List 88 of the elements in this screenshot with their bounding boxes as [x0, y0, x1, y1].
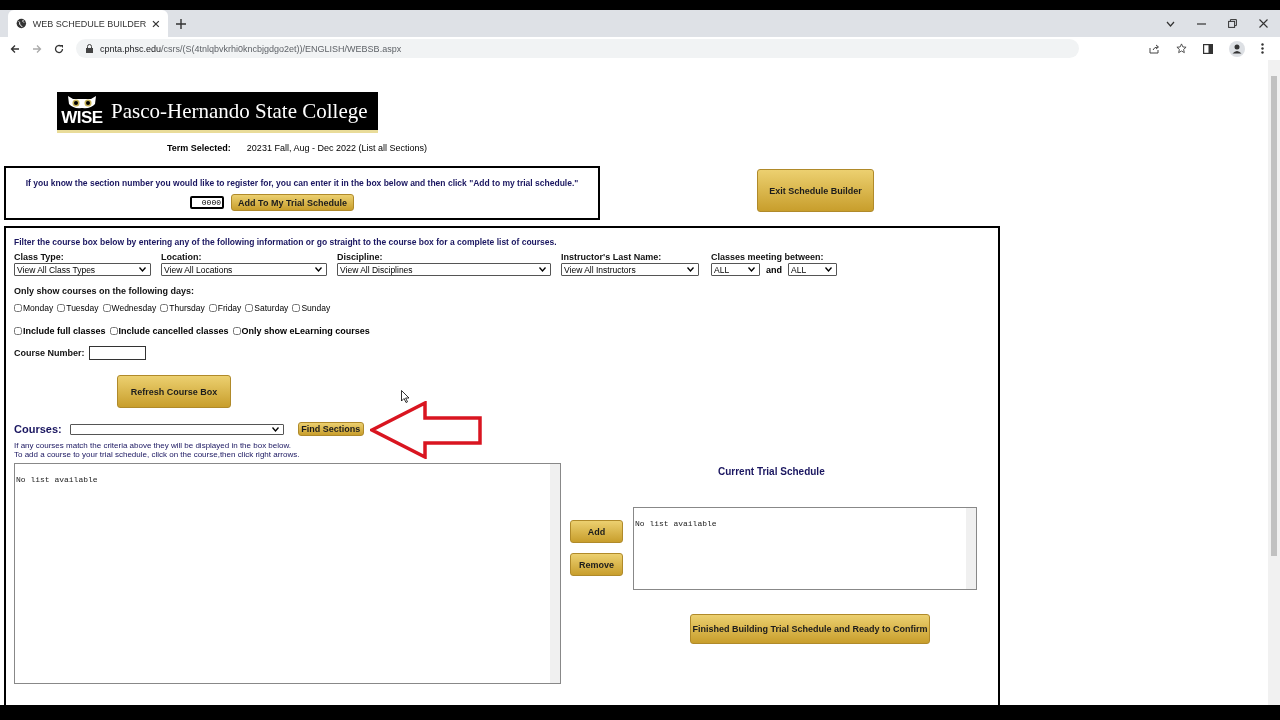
- college-name: Pasco-Hernando State College: [111, 98, 368, 124]
- browser-tab[interactable]: WEB SCHEDULE BUILDER: [8, 10, 168, 37]
- share-icon[interactable]: [1149, 43, 1160, 54]
- caret-icon: [687, 267, 694, 272]
- checkbox[interactable]: [245, 304, 254, 312]
- chevron-down-icon[interactable]: [1166, 20, 1175, 27]
- course-number-field[interactable]: [88, 346, 146, 360]
- trial-schedule-title: Current Trial Schedule: [718, 466, 825, 477]
- dropdown[interactable]: View All Class Types: [14, 263, 151, 276]
- course-number-label: Course Number:: [14, 348, 85, 358]
- checkbox[interactable]: [208, 304, 217, 312]
- checkbox[interactable]: [160, 304, 169, 312]
- dropdown[interactable]: View All Disciplines: [337, 263, 551, 276]
- option-label: Include cancelled classes: [118, 326, 229, 336]
- day-label: Wednesday: [111, 303, 157, 313]
- checkbox[interactable]: [292, 304, 301, 312]
- joiner-text: and: [766, 264, 782, 275]
- field-label: Class Type:: [14, 252, 65, 262]
- list-placeholder: No list available: [16, 475, 98, 484]
- close-icon[interactable]: [1259, 19, 1268, 28]
- profile-icon[interactable]: [1229, 40, 1245, 57]
- restore-icon[interactable]: [1228, 19, 1237, 28]
- scrollbar[interactable]: [1268, 60, 1280, 705]
- close-icon[interactable]: [152, 19, 160, 28]
- field-label: Classes meeting between:: [711, 252, 825, 262]
- remove-button[interactable]: Remove: [570, 553, 623, 576]
- caret-icon: [315, 267, 322, 272]
- cursor-icon: [401, 390, 410, 403]
- field-label: Location:: [161, 252, 203, 262]
- field-label: Instructor's Last Name:: [561, 252, 663, 262]
- more-icon[interactable]: [1261, 43, 1264, 54]
- section-number-field[interactable]: 0000: [190, 196, 224, 209]
- option-label: Include full classes: [23, 326, 106, 336]
- list-placeholder: No list available: [635, 519, 717, 528]
- term-label: Term Selected:: [167, 143, 231, 153]
- side-panel-icon[interactable]: [1203, 43, 1213, 54]
- hint-text: To add a course to your trial schedule, click on the course,then click right arrows.: [14, 450, 301, 459]
- star-icon[interactable]: [1176, 43, 1187, 54]
- checkbox[interactable]: [102, 304, 111, 312]
- finish-button[interactable]: Finished Building Trial Schedule and Ready to Confirm: [690, 614, 930, 644]
- caret-icon: [825, 267, 832, 272]
- dropdown[interactable]: View All Instructors: [561, 263, 699, 276]
- lock-icon: [86, 44, 93, 53]
- scrollbar[interactable]: [966, 508, 976, 589]
- course-list[interactable]: No list available: [14, 463, 561, 684]
- courses-dropdown[interactable]: [69, 423, 284, 435]
- owl-icon: [65, 96, 99, 109]
- checkbox[interactable]: [109, 327, 118, 335]
- logo-badge-text: WISE: [61, 109, 103, 126]
- scrollbar[interactable]: [550, 464, 560, 683]
- dropdown[interactable]: View All Locations: [161, 263, 327, 276]
- term-value: 20231 Fall, Aug - Dec 2022 (List all Sections): [246, 143, 427, 153]
- dropdown[interactable]: ALL: [711, 263, 760, 276]
- day-label: Thursday: [169, 303, 205, 313]
- day-label: Friday: [217, 303, 242, 313]
- option-label: Only show eLearning courses: [241, 326, 370, 336]
- day-label: Saturday: [254, 303, 289, 313]
- add-button[interactable]: Add: [570, 520, 623, 543]
- day-label: Tuesday: [66, 303, 99, 313]
- field-label: Discipline:: [337, 252, 384, 262]
- days-label: Only show courses on the following days:: [14, 286, 195, 296]
- globe-icon: [16, 18, 27, 29]
- caret-icon: [139, 267, 146, 272]
- new-tab-icon[interactable]: [176, 18, 186, 29]
- checkbox[interactable]: [14, 327, 22, 335]
- filter-instruction: Filter the course box below by entering any of the following information or go straight to the course box for a complete list of courses.: [14, 237, 557, 247]
- courses-label: Courses:: [14, 423, 62, 435]
- refresh-button[interactable]: Refresh Course Box: [117, 375, 231, 408]
- find-sections-button[interactable]: Find Sections: [297, 422, 364, 436]
- dropdown[interactable]: ALL: [788, 263, 837, 276]
- minimize-icon[interactable]: [1197, 22, 1206, 25]
- day-label: Sunday: [301, 303, 331, 313]
- day-label: Monday: [23, 303, 54, 313]
- caret-icon: [539, 267, 546, 272]
- caret-icon: [748, 267, 755, 272]
- exit-button[interactable]: Exit Schedule Builder: [757, 169, 874, 212]
- checkbox[interactable]: [57, 304, 66, 312]
- hint-text: If any courses match the criteria above they will be displayed in the box below.: [14, 441, 293, 450]
- add-to-schedule-button[interactable]: Add To My Trial Schedule: [231, 194, 354, 211]
- checkbox[interactable]: [14, 304, 22, 312]
- reload-icon[interactable]: [54, 43, 64, 54]
- address-bar[interactable]: cpnta.phsc.edu/csrs/(S(4tnlqbvkrhi0kncbjgdgo2et))/ENGLISH/WEBSB.aspx: [76, 39, 1079, 58]
- checkbox[interactable]: [232, 327, 241, 335]
- caret-icon: [271, 426, 279, 432]
- trial-schedule-list[interactable]: No list available: [633, 507, 977, 590]
- back-icon[interactable]: [10, 43, 20, 54]
- tab-title: WEB SCHEDULE BUILDER: [32, 18, 147, 29]
- quick-add-instruction: If you know the section number you would like to register for, you can enter it in the box below and then click "Add to my trial schedule.": [25, 178, 579, 188]
